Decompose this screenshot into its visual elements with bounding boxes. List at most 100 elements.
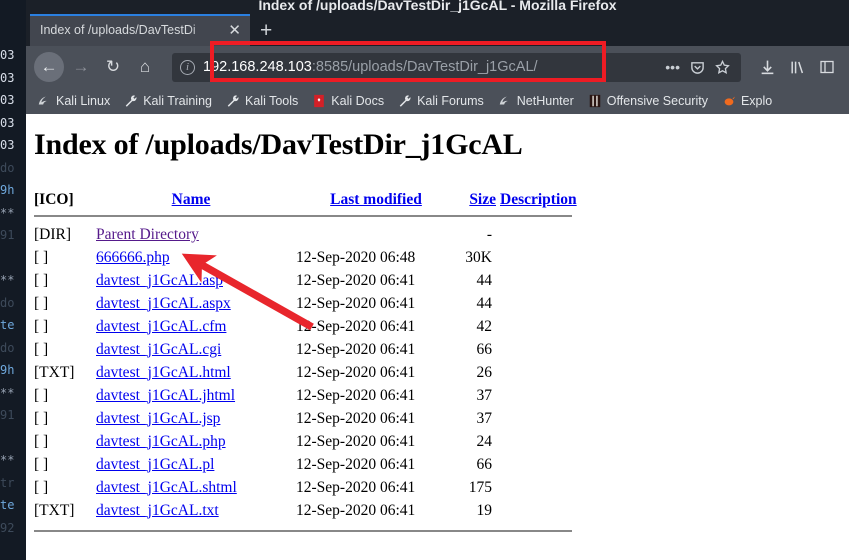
table-row: [ ] 666666.php 12-Sep-2020 06:48 30K [34,246,600,269]
home-button[interactable]: ⌂ [130,52,160,82]
downloads-icon[interactable] [753,53,781,81]
pocket-icon[interactable] [685,60,710,75]
row-icon-cell: [ ] [34,479,49,496]
row-description-cell [500,407,600,430]
table-row: [TXT] davtest_j1GcAL.html 12-Sep-2020 06:4… [34,361,600,384]
row-name-cell: davtest_j1GcAL.jhtml [96,384,296,407]
row-icon-cell: [ ] [34,249,49,266]
bookmark-offensive-security[interactable]: Offensive Security [581,94,715,108]
new-tab-icon[interactable]: + [250,20,282,41]
terminal-text-fragment: ** [0,453,15,467]
row-size-cell: 44 [476,272,493,289]
row-icon-cell: [ ] [34,410,49,427]
bookmark-label: Kali Forums [417,94,484,108]
row-description-cell [500,453,600,476]
file-link[interactable]: davtest_j1GcAL.jhtml [96,387,235,404]
terminal-window-background: 03 03 03 03 03 do 9h ** 91 ** do te do 9h ** 91 ** tr te 92 [0,0,26,560]
bookmark-kali-docs[interactable]: Kali Docs [305,94,391,108]
forward-button[interactable]: → [66,52,96,82]
table-header-row: [ICO] Name Last modified Size Descriptio… [34,188,600,211]
exploitdb-icon [722,94,736,108]
listing-header: [ICO] Name Last modified Size Descriptio… [34,188,600,223]
row-icon-cell: [TXT] [34,364,75,381]
column-header-icon: [ICO] [34,191,74,208]
library-icon[interactable] [783,53,811,81]
row-modified-cell: 12-Sep-2020 06:41 [296,433,416,450]
bookmark-label: Offensive Security [606,94,708,108]
footer-rule-cell [34,522,600,532]
row-name-cell: 666666.php [96,246,296,269]
firefox-window: Index of /uploads/DavTestDir_j1GcAL - Mo… [26,0,849,560]
sort-by-modified-link[interactable]: Last modified [330,191,422,208]
row-description-cell [500,338,600,361]
row-size-cell: 19 [476,502,493,519]
navigation-toolbar: ← → ↻ ⌂ i 192.168.248.103:8585/uploads/D… [26,46,849,88]
row-size-cell: 66 [476,341,493,358]
sort-by-description-link[interactable]: Description [500,191,577,208]
bookmark-exploit-db[interactable]: Explo [715,94,779,108]
terminal-text-fragment: 9h [0,183,15,197]
bookmark-kali-linux[interactable]: Kali Linux [30,94,117,108]
row-name-cell: davtest_j1GcAL.cgi [96,338,296,361]
file-link[interactable]: davtest_j1GcAL.pl [96,456,214,473]
row-modified-cell: 12-Sep-2020 06:41 [296,341,416,358]
bookmark-kali-tools[interactable]: Kali Tools [219,94,305,108]
row-name-cell: Parent Directory [96,223,296,246]
bookmark-star-icon[interactable] [710,59,735,75]
file-link[interactable]: davtest_j1GcAL.jsp [96,410,220,427]
close-icon[interactable]: ✕ [225,23,244,38]
red-book-icon [312,94,326,108]
row-size-cell: 44 [476,295,493,312]
file-link[interactable]: davtest_j1GcAL.cgi [96,341,221,358]
file-link[interactable]: davtest_j1GcAL.html [96,364,231,381]
urlbar-container: i 192.168.248.103:8585/uploads/DavTestDi… [162,52,751,82]
reload-button[interactable]: ↻ [98,52,128,82]
column-header-name: Name [96,188,296,211]
url-path: :8585/uploads/DavTestDir_j1GcAL/ [311,59,538,75]
file-link[interactable]: davtest_j1GcAL.cfm [96,318,226,335]
bookmark-kali-forums[interactable]: Kali Forums [391,94,491,108]
sort-by-name-link[interactable]: Name [172,191,211,208]
row-name-cell: davtest_j1GcAL.txt [96,499,296,522]
file-link[interactable]: 666666.php [96,249,170,266]
terminal-text-fragment: 03 [0,93,15,107]
file-link[interactable]: Parent Directory [96,226,199,243]
back-button[interactable]: ← [34,52,64,82]
listing-body: [DIR] Parent Directory - [ ] 666666.php 12-Se… [34,223,600,522]
terminal-text-fragment: ** [0,205,15,220]
row-icon-cell: [DIR] [34,226,72,243]
row-name-cell: davtest_j1GcAL.cfm [96,315,296,338]
listing-footer [34,522,600,532]
file-link[interactable]: davtest_j1GcAL.aspx [96,295,231,312]
sidebar-icon[interactable] [813,53,841,81]
bookmark-label: Explo [740,94,773,108]
horizontal-rule-bottom [34,530,572,532]
bookmark-nethunter[interactable]: NetHunter [491,94,581,108]
footer-rule-row [34,522,600,532]
file-link[interactable]: davtest_j1GcAL.txt [96,502,219,519]
directory-listing-table: [ICO] Name Last modified Size Descriptio… [34,188,600,532]
row-icon-cell: [ ] [34,433,49,450]
window-title: Index of /uploads/DavTestDir_j1GcAL - Mo… [258,0,617,13]
table-row: [ ] davtest_j1GcAL.aspx 12-Sep-2020 06:41 4… [34,292,600,315]
file-link[interactable]: davtest_j1GcAL.php [96,433,226,450]
url-input[interactable]: i 192.168.248.103:8585/uploads/DavTestDi… [172,52,741,82]
page-actions-icon[interactable]: ••• [660,59,685,75]
file-link[interactable]: davtest_j1GcAL.asp [96,272,223,289]
offsec-icon [588,94,602,108]
site-info-icon[interactable]: i [180,59,195,75]
row-size-cell: 175 [468,479,492,496]
tab-active[interactable]: Index of /uploads/DavTestDi ✕ [30,14,250,46]
bookmark-label: Kali Tools [245,94,299,108]
terminal-text-fragment: te [0,318,15,332]
bookmark-label: Kali Docs [331,94,385,108]
terminal-text-fragment: ** [0,385,15,400]
file-link[interactable]: davtest_j1GcAL.shtml [96,479,237,496]
sort-by-size-link[interactable]: Size [469,191,496,208]
row-size-cell: 26 [476,364,493,381]
row-modified-cell: 12-Sep-2020 06:41 [296,272,416,289]
terminal-text-fragment: 91 [0,228,15,242]
row-modified-cell: 12-Sep-2020 06:41 [296,318,416,335]
bookmark-kali-training[interactable]: Kali Training [117,94,219,108]
page-heading: Index of /uploads/DavTestDir_j1GcAL [34,128,523,161]
